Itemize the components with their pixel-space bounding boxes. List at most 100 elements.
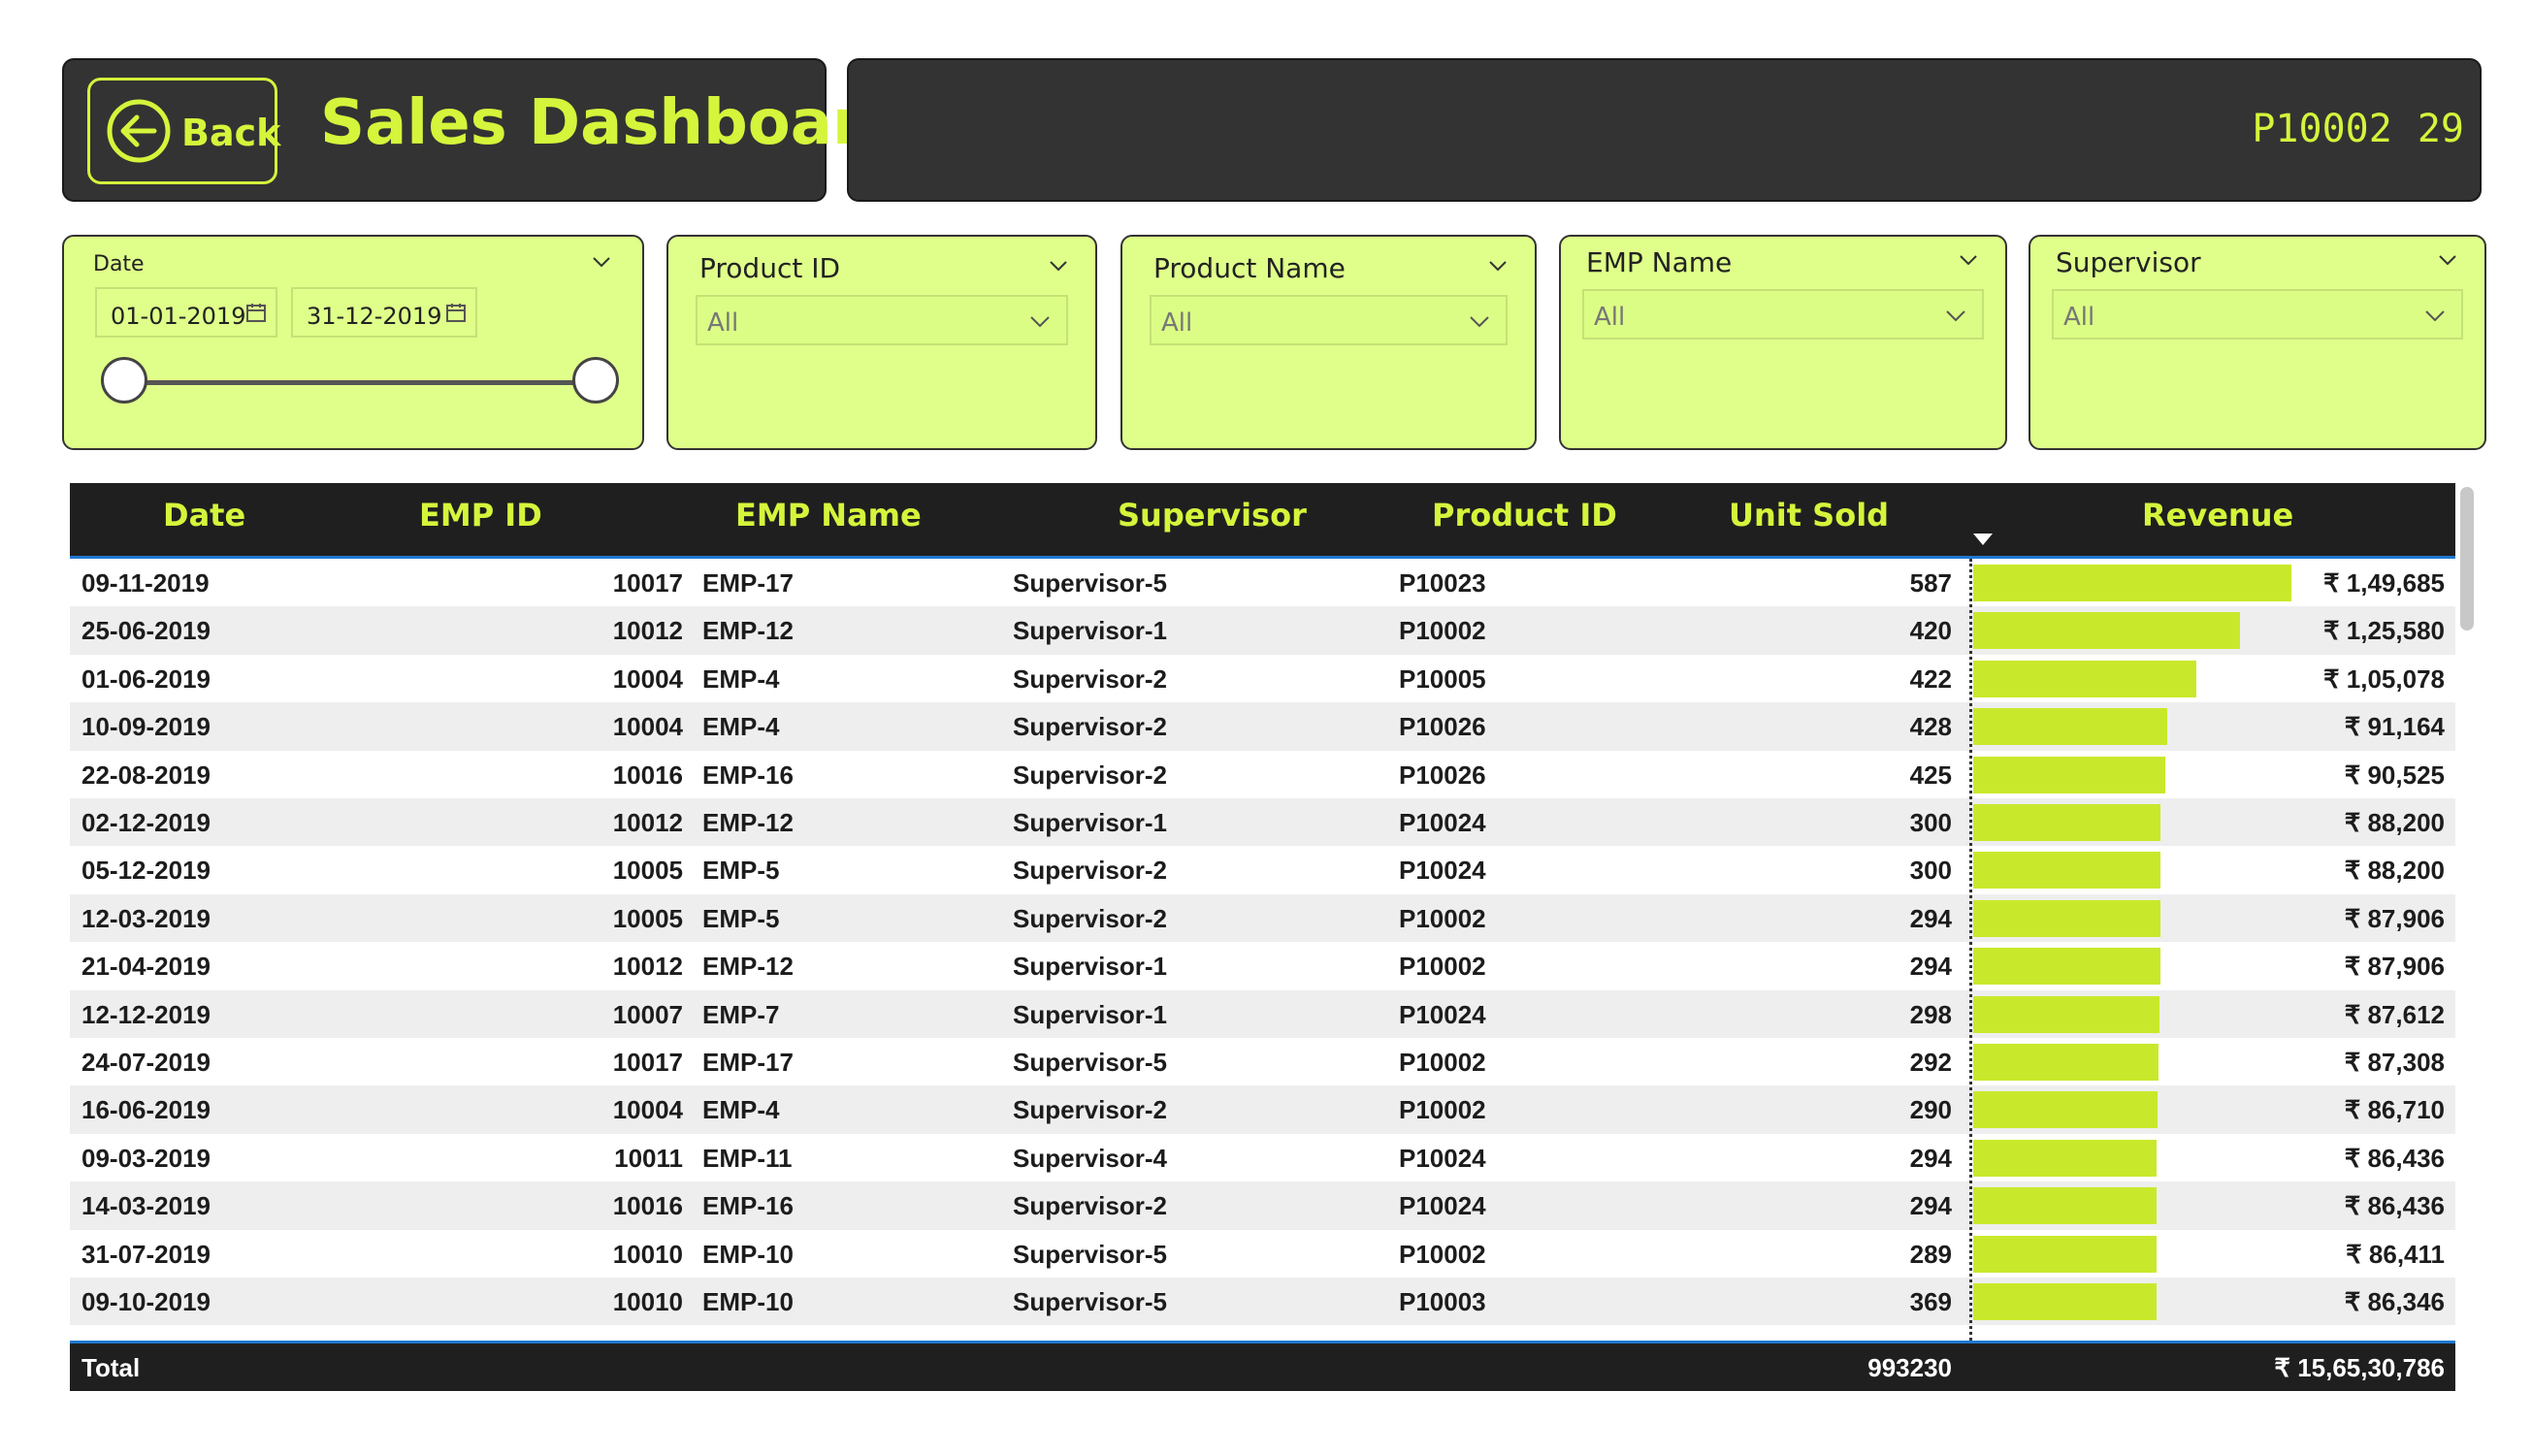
cell-unit-sold: 294 (1909, 1143, 1952, 1173)
cell-date: 09-11-2019 (81, 568, 210, 598)
date-end-value: 31-12-2019 (307, 303, 442, 330)
date-range-start-handle[interactable] (101, 357, 147, 404)
table-row[interactable]: 14-03-2019 10016 EMP-16 Supervisor-2 P10024 2… (70, 1181, 2455, 1230)
revenue-bar (1973, 1139, 2157, 1177)
chevron-down-icon[interactable] (1486, 254, 1509, 277)
cell-date: 09-03-2019 (81, 1143, 211, 1173)
revenue-bar (1973, 565, 2291, 601)
cell-date: 01-06-2019 (81, 663, 211, 694)
table-row[interactable]: 09-10-2019 10010 EMP-10 Supervisor-5 P10003 3… (70, 1278, 2455, 1326)
table-row[interactable]: 21-04-2019 10012 EMP-12 Supervisor-1 P10002 2… (70, 942, 2455, 989)
kpi-panel: P10002 29 (847, 58, 2482, 202)
cell-unit-sold: 425 (1909, 760, 1952, 790)
emp-name-slicer-title: EMP Name (1586, 246, 1733, 278)
table-row[interactable]: 10-09-2019 10004 EMP-4 Supervisor-2 P10026 42… (70, 702, 2455, 751)
cell-product-id: P10002 (1399, 1239, 1486, 1269)
column-header-emp-id[interactable]: EMP ID (419, 497, 542, 534)
date-range-end-handle[interactable] (572, 357, 619, 404)
revenue-bar (1973, 948, 2160, 986)
table-row[interactable]: 09-03-2019 10011 EMP-11 Supervisor-4 P10024 2… (70, 1134, 2455, 1181)
cell-supervisor: Supervisor-1 (1013, 616, 1167, 646)
back-button-label: Back (181, 112, 281, 154)
date-start-input[interactable]: 01-01-2019 (95, 287, 277, 338)
revenue-bar (1973, 1044, 2159, 1081)
revenue-bar (1973, 1187, 2157, 1225)
table-row[interactable]: 09-11-2019 10017 EMP-17 Supervisor-5 P10023 5… (70, 559, 2455, 606)
cell-revenue: ₹ 88,200 (2344, 856, 2445, 886)
cell-unit-sold: 300 (1909, 808, 1952, 837)
total-label: Total (81, 1353, 141, 1382)
cell-supervisor: Supervisor-2 (1013, 1191, 1167, 1221)
column-header-unit-sold[interactable]: Unit Sold (1729, 497, 1889, 534)
cell-emp-name: EMP-7 (702, 999, 780, 1029)
date-end-input[interactable]: 31-12-2019 (291, 287, 477, 338)
cell-revenue: ₹ 86,411 (2346, 1239, 2445, 1269)
table-row[interactable]: 01-06-2019 10004 EMP-4 Supervisor-2 P10005 42… (70, 655, 2455, 702)
cell-supervisor: Supervisor-1 (1013, 999, 1167, 1029)
chevron-down-icon[interactable] (590, 250, 613, 274)
calendar-icon[interactable] (444, 301, 468, 324)
date-start-value: 01-01-2019 (111, 303, 246, 330)
cell-product-id: P10024 (1399, 999, 1486, 1029)
cell-emp-name: EMP-10 (702, 1287, 794, 1316)
column-header-emp-name[interactable]: EMP Name (735, 497, 922, 534)
column-header-revenue[interactable]: Revenue (2142, 497, 2293, 534)
cell-product-id: P10002 (1399, 903, 1486, 933)
table-row[interactable]: 25-06-2019 10012 EMP-12 Supervisor-1 P10002 4… (70, 606, 2455, 655)
sort-descending-icon[interactable] (1973, 534, 1993, 545)
table-row[interactable]: 02-12-2019 10012 EMP-12 Supervisor-1 P10024 3… (70, 798, 2455, 847)
table-body: 09-11-2019 10017 EMP-17 Supervisor-5 P10023 5… (70, 559, 2455, 1346)
table-row[interactable]: 22-08-2019 10016 EMP-16 Supervisor-2 P10026 4… (70, 751, 2455, 798)
page-title: Sales Dashboard (320, 87, 908, 159)
supervisor-selected: All (2063, 303, 2095, 332)
table-row[interactable]: 31-07-2019 10010 EMP-10 Supervisor-5 P10002 2… (70, 1230, 2455, 1278)
product-name-slicer: Product Name All (1120, 235, 1537, 450)
table-row[interactable]: 12-12-2019 10007 EMP-7 Supervisor-1 P10024 29… (70, 989, 2455, 1038)
cell-supervisor: Supervisor-2 (1013, 1095, 1167, 1125)
date-slicer-title: Date (93, 252, 145, 276)
column-header-product-id[interactable]: Product ID (1432, 497, 1617, 534)
cell-product-id: P10002 (1399, 952, 1486, 982)
table-scrollbar[interactable] (2460, 487, 2474, 631)
cell-date: 22-08-2019 (81, 760, 211, 790)
product-name-dropdown[interactable]: All (1150, 295, 1508, 345)
cell-unit-sold: 300 (1909, 856, 1952, 886)
cell-product-id: P10002 (1399, 616, 1486, 646)
cell-revenue: ₹ 86,436 (2344, 1191, 2445, 1221)
calendar-icon[interactable] (244, 301, 268, 324)
cell-emp-name: EMP-11 (702, 1143, 793, 1173)
table-total-row: Total 993230 ₹ 15,65,30,786 (70, 1341, 2455, 1391)
cell-revenue: ₹ 1,25,580 (2323, 616, 2445, 646)
cell-date: 02-12-2019 (81, 808, 211, 837)
cell-emp-name: EMP-4 (702, 1095, 780, 1125)
cell-unit-sold: 428 (1909, 712, 1952, 742)
emp-name-dropdown[interactable]: All (1582, 289, 1984, 340)
cell-product-id: P10002 (1399, 1048, 1486, 1077)
revenue-bar (1973, 1283, 2157, 1320)
kpi-product-id: P10002 (2252, 107, 2392, 151)
column-header-date[interactable]: Date (163, 497, 245, 534)
revenue-bar (1973, 1235, 2157, 1273)
revenue-bar (1973, 899, 2160, 937)
supervisor-dropdown[interactable]: All (2052, 289, 2463, 340)
product-id-slicer: Product ID All (666, 235, 1097, 450)
revenue-bar (1973, 995, 2159, 1033)
chevron-down-icon[interactable] (2436, 248, 2459, 272)
table-row[interactable]: 12-03-2019 10005 EMP-5 Supervisor-2 P10002 29… (70, 893, 2455, 943)
product-id-dropdown[interactable]: All (696, 295, 1068, 345)
cell-revenue: ₹ 86,436 (2344, 1143, 2445, 1173)
chevron-down-icon[interactable] (1047, 254, 1070, 277)
table-row[interactable]: 16-06-2019 10004 EMP-4 Supervisor-2 P10002 29… (70, 1085, 2455, 1134)
column-header-supervisor[interactable]: Supervisor (1118, 497, 1307, 534)
back-button[interactable]: Back (87, 78, 281, 184)
chevron-down-icon[interactable] (1957, 248, 1980, 272)
cell-emp-name: EMP-4 (702, 663, 780, 694)
cell-unit-sold: 294 (1909, 903, 1952, 933)
table-row[interactable]: 24-07-2019 10017 EMP-17 Supervisor-5 P10002 2… (70, 1038, 2455, 1085)
cell-unit-sold: 292 (1909, 1048, 1952, 1077)
table-row[interactable]: 05-12-2019 10005 EMP-5 Supervisor-2 P10024 30… (70, 846, 2455, 893)
cell-emp-name: EMP-16 (702, 760, 794, 790)
cell-supervisor: Supervisor-5 (1013, 568, 1167, 598)
sales-table: Date EMP ID EMP Name Supervisor Product … (70, 483, 2455, 1391)
cell-revenue: ₹ 86,710 (2344, 1095, 2445, 1125)
